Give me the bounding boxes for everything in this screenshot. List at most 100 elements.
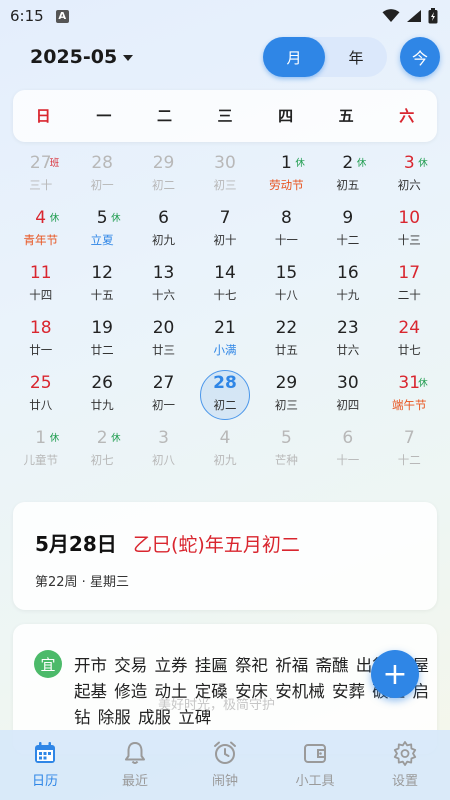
calendar-day[interactable]: 14 十七 <box>194 258 255 313</box>
calendar-day[interactable]: 30 初四 <box>317 368 378 423</box>
tab-alarm[interactable]: 闹钟 <box>180 730 270 800</box>
lunar-date: 十二 <box>397 453 421 467</box>
calendar-day[interactable]: 17 二十 <box>379 258 440 313</box>
lunar-date: 芒种 <box>274 453 298 467</box>
calendar-day[interactable]: 13 十六 <box>133 258 194 313</box>
status-time: 6:15 <box>10 7 44 25</box>
calendar-day[interactable]: 7 十二 <box>379 423 440 478</box>
today-button[interactable]: 今 <box>400 37 440 77</box>
selected-date: 5月28日 <box>35 532 117 556</box>
add-event-button[interactable]: + <box>371 650 419 698</box>
lunar-date: 十九 <box>336 288 360 302</box>
lunar-date: 端午节 <box>391 398 427 412</box>
calendar-day[interactable]: 30 初三 <box>194 148 255 203</box>
calendar-day[interactable]: 27 初一 <box>133 368 194 423</box>
calendar-day[interactable]: 18 廿一 <box>10 313 71 368</box>
calendar-day[interactable]: 10 十三 <box>379 203 440 258</box>
day-number: 8 <box>280 208 292 228</box>
lunar-date: 初二 <box>213 398 237 412</box>
weekday-sun: 日 <box>35 107 51 125</box>
calendar-day[interactable]: 3 初六 休 <box>379 148 440 203</box>
lunar-date: 十七 <box>213 288 237 302</box>
lunar-date: 廿八 <box>29 398 53 412</box>
calendar-day[interactable]: 1 劳动节 休 <box>256 148 317 203</box>
calendar-day[interactable]: 31 端午节 休 <box>379 368 440 423</box>
day-number: 27 <box>29 153 52 173</box>
date-detail-card[interactable]: 5月28日 乙巳(蛇)年五月初二 第22周 · 星期三 <box>13 502 437 610</box>
calendar-day[interactable]: 29 初三 <box>256 368 317 423</box>
calendar-day[interactable]: 5 芒种 <box>256 423 317 478</box>
weekday-sat: 六 <box>399 107 415 125</box>
holiday-badge: 休 <box>111 213 121 224</box>
calendar-day[interactable]: 8 十一 <box>256 203 317 258</box>
tab-recent[interactable]: 最近 <box>90 730 180 800</box>
lunar-date: 廿三 <box>152 343 176 357</box>
calendar-day[interactable]: 22 廿五 <box>256 313 317 368</box>
weekday-wed: 三 <box>217 107 233 125</box>
calendar-day[interactable]: 11 十四 <box>10 258 71 313</box>
day-number: 27 <box>152 373 175 393</box>
calendar-day[interactable]: 27 三十 班 <box>10 148 71 203</box>
calendar-day[interactable]: 21 小满 <box>194 313 255 368</box>
lunar-date: 十六 <box>152 288 176 302</box>
calendar-day[interactable]: 28 初一 <box>71 148 132 203</box>
lunar-date: 初七 <box>90 453 114 467</box>
weekday-fri: 五 <box>338 107 354 125</box>
yi-badge: 宜 <box>34 650 62 678</box>
day-number: 12 <box>91 263 113 283</box>
month-picker[interactable]: 2025-05 <box>30 46 134 68</box>
day-number: 25 <box>29 373 52 393</box>
day-number: 3 <box>403 153 415 173</box>
day-number: 14 <box>214 263 236 283</box>
holiday-badge: 休 <box>356 158 367 169</box>
calendar-day[interactable]: 2 初七 休 <box>71 423 132 478</box>
calendar-day[interactable]: 5 立夏 休 <box>71 203 132 258</box>
lunar-date: 初四 <box>336 398 360 412</box>
calendar-day[interactable]: 26 廿九 <box>71 368 132 423</box>
lunar-date: 劳动节 <box>269 178 304 192</box>
calendar-day[interactable]: 20 廿三 <box>133 313 194 368</box>
lunar-date: 廿七 <box>397 343 421 357</box>
calendar-day[interactable]: 6 十一 <box>317 423 378 478</box>
calendar-day[interactable]: 9 十二 <box>317 203 378 258</box>
calendar-day[interactable]: 2 初五 休 <box>317 148 378 203</box>
tab-calendar[interactable]: 日历 <box>0 730 90 800</box>
calendar-day[interactable]: 15 十八 <box>256 258 317 313</box>
calendar-day[interactable]: 4 初九 <box>194 423 255 478</box>
day-number: 7 <box>219 208 231 228</box>
calendar-day[interactable]: 25 廿八 <box>10 368 71 423</box>
calendar-day[interactable]: 3 初八 <box>133 423 194 478</box>
calendar-day[interactable]: 23 廿六 <box>317 313 378 368</box>
notification-a-icon: A <box>55 9 69 23</box>
calendar-day[interactable]: 24 廿七 <box>379 313 440 368</box>
lunar-date: 廿一 <box>29 343 53 357</box>
calendar-day-today[interactable]: 28 初二 <box>194 368 255 423</box>
holiday-badge: 休 <box>49 433 60 444</box>
holiday-badge: 休 <box>49 213 60 224</box>
tab-month-view[interactable]: 月 <box>263 37 325 77</box>
weekday-header: 日 一 二 三 四 五 六 <box>13 90 437 142</box>
tab-year-view[interactable]: 年 <box>325 37 387 77</box>
tab-label: 小工具 <box>295 774 335 789</box>
weekday-mon: 一 <box>96 107 112 125</box>
calendar-day[interactable]: 29 初二 <box>133 148 194 203</box>
calendar-day[interactable]: 1 儿童节 休 <box>10 423 71 478</box>
day-number: 28 <box>91 153 113 173</box>
calendar-day[interactable]: 6 初九 <box>133 203 194 258</box>
calendar-day[interactable]: 16 十九 <box>317 258 378 313</box>
day-number: 29 <box>275 373 298 393</box>
tab-tools[interactable]: 小工具 <box>270 730 360 800</box>
day-number: 2 <box>342 153 354 173</box>
calendar-day[interactable]: 7 初十 <box>194 203 255 258</box>
lunar-date: 青年节 <box>23 233 58 247</box>
calendar-day[interactable]: 19 廿二 <box>71 313 132 368</box>
calendar-day[interactable]: 4 青年节 休 <box>10 203 71 258</box>
tab-settings[interactable]: 设置 <box>360 730 450 800</box>
lunar-date: 初六 <box>397 178 421 192</box>
caret-down-icon <box>123 55 134 61</box>
day-number: 29 <box>152 153 175 173</box>
calendar-day[interactable]: 12 十五 <box>71 258 132 313</box>
calendar-week-row: 4 青年节休 5 立夏休 6 初九 7 初十 8 十一 9 十二 10 十三 <box>10 203 440 258</box>
day-number: 24 <box>398 318 421 338</box>
day-number: 2 <box>96 428 108 448</box>
